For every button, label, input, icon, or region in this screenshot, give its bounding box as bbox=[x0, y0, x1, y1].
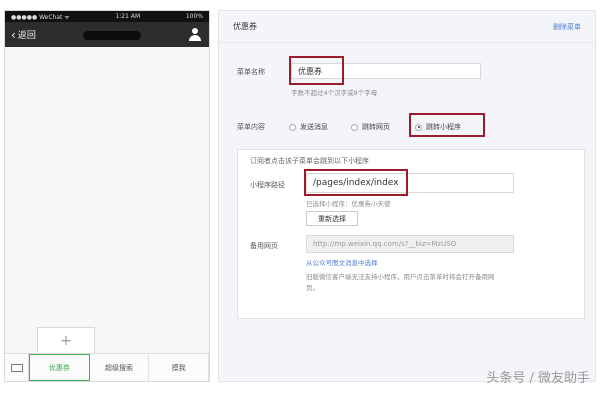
radio-jump-webpage[interactable]: 跳转网页 bbox=[351, 122, 390, 132]
battery-label: 100% bbox=[185, 13, 203, 20]
redacted-title bbox=[83, 31, 141, 40]
path-label: 小程序路径 bbox=[250, 181, 285, 189]
chat-area bbox=[5, 47, 209, 333]
backup-hint-line2: 页。 bbox=[306, 284, 319, 292]
menu-item-search[interactable]: 超级搜索 bbox=[90, 354, 150, 381]
menu-editor: 优惠券 删除菜单 菜单名称 优惠券 字数不超过4个汉字或8个字母 菜单内容 发送… bbox=[218, 10, 596, 382]
path-hint: 已选择小程序：优惠券小天使 bbox=[306, 200, 391, 208]
back-button[interactable]: ‹ 返回 bbox=[11, 28, 36, 42]
add-menu-button[interactable]: + bbox=[37, 327, 95, 354]
backup-url-input[interactable]: http://mp.weixin.qq.com/s?__biz=MzUSO bbox=[306, 235, 514, 253]
menu-item-touch[interactable]: 摸我 bbox=[149, 354, 210, 381]
phone-preview: ●●●●● WeChat ᯤ 1:21 AM 100% ‹ 返回 + 优惠券 超… bbox=[4, 10, 210, 382]
delete-menu-link[interactable]: 删除菜单 bbox=[553, 22, 581, 32]
panel-description: 订阅者点击该子菜单会跳到以下小程序 bbox=[250, 157, 369, 165]
radio-circle-icon bbox=[351, 123, 358, 131]
menu-name-hint: 字数不超过4个汉字或8个字母 bbox=[291, 89, 378, 97]
custom-menu-bar: 优惠券 超级搜索 摸我 bbox=[5, 353, 210, 381]
radio-send-message[interactable]: 发送消息 bbox=[289, 122, 328, 132]
user-icon[interactable] bbox=[189, 28, 201, 41]
status-bar: ●●●●● WeChat ᯤ 1:21 AM 100% bbox=[5, 11, 209, 22]
select-from-articles-link[interactable]: 从公众号图文消息中选择 bbox=[306, 257, 378, 267]
radio-circle-icon bbox=[289, 123, 296, 131]
watermark: 头条号 / 微友助手 bbox=[486, 371, 590, 386]
keyboard-icon[interactable] bbox=[5, 354, 29, 381]
editor-header: 优惠券 删除菜单 bbox=[219, 11, 595, 43]
highlight-box-name bbox=[289, 56, 344, 85]
reselect-button[interactable]: 重新选择 bbox=[306, 211, 358, 226]
highlight-box-miniprogram bbox=[409, 113, 485, 137]
phone-nav-bar: ‹ 返回 bbox=[5, 22, 209, 47]
miniprogram-settings-panel: 订阅者点击该子菜单会跳到以下小程序 小程序路径 /pages/index/ind… bbox=[237, 149, 585, 319]
backup-hint-line1: 旧版微信客户端无法支持小程序，用户点击菜单时将会打开备用网 bbox=[306, 273, 495, 281]
highlight-box-path bbox=[304, 169, 408, 196]
back-label: 返回 bbox=[17, 31, 36, 41]
backup-page-label: 备用网页 bbox=[250, 242, 278, 250]
carrier-label: ●●●●● WeChat ᯤ bbox=[11, 13, 70, 21]
chevron-left-icon: ‹ bbox=[11, 27, 16, 42]
editor-title: 优惠券 bbox=[233, 22, 257, 31]
time-label: 1:21 AM bbox=[115, 13, 141, 20]
menu-item-coupon[interactable]: 优惠券 bbox=[29, 354, 90, 381]
menu-content-label: 菜单内容 bbox=[237, 123, 265, 131]
menu-name-label: 菜单名称 bbox=[237, 68, 265, 76]
